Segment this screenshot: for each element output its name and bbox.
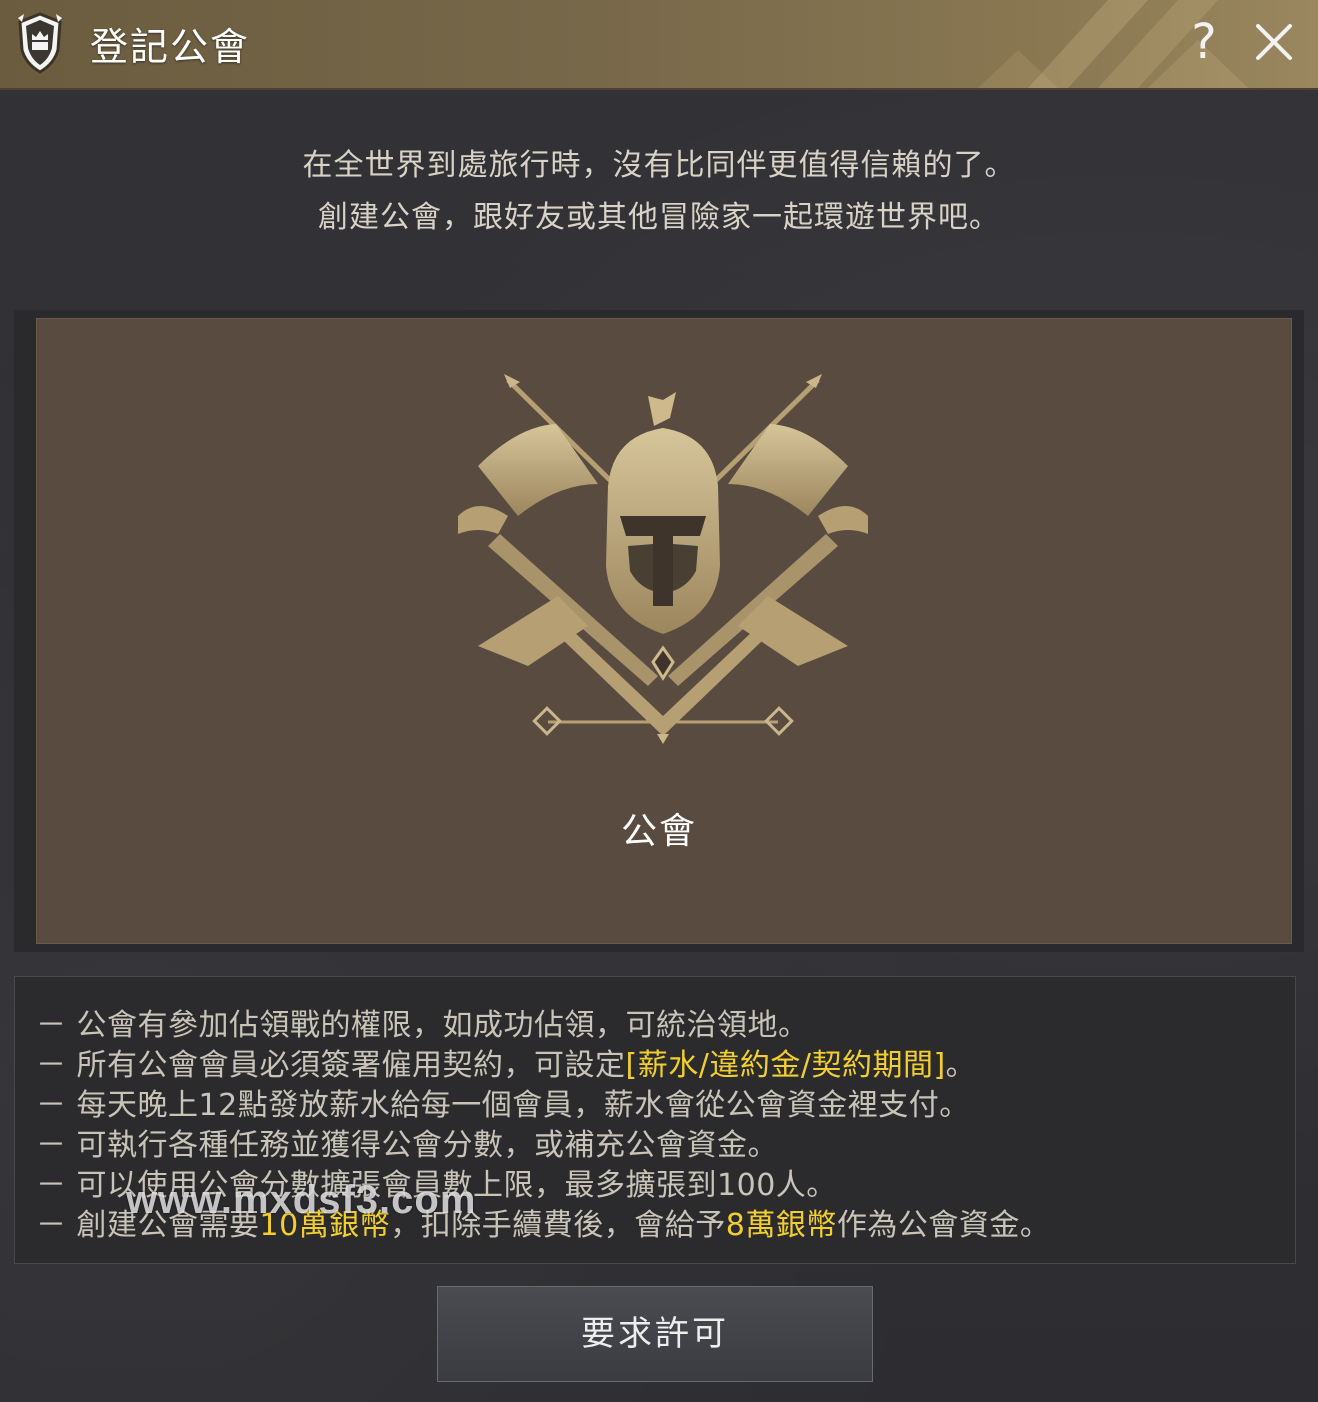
emblem-label: 公會 — [620, 811, 697, 852]
title-bar: 登記公會 ? — [0, 0, 1318, 90]
guild-warrior-emblem-icon — [458, 374, 868, 744]
help-button[interactable]: ? — [1184, 12, 1224, 72]
watermark: www.mxdsf3.com — [126, 1178, 477, 1222]
info-text: 所有公會會員必須簽署僱用契約，可設定 — [76, 1048, 626, 1083]
bullet: － — [36, 1048, 67, 1083]
bullet: － — [36, 1208, 67, 1243]
window-title: 登記公會 — [90, 25, 251, 69]
info-text: 可執行各種任務並獲得公會分數，或補充公會資金。 — [76, 1128, 779, 1163]
intro-line-1: 在全世界到處旅行時，沒有比同伴更值得信賴的了。 — [302, 148, 1016, 183]
info-line-1: － 公會有參加佔領戰的權限，如成功佔領，可統治領地。 — [36, 1000, 809, 1044]
info-text: 。 — [945, 1048, 977, 1083]
bullet: － — [36, 1008, 67, 1043]
info-highlight: [薪水/違約金/契約期間] — [625, 1048, 946, 1083]
intro-line-2: 創建公會，跟好友或其他冒險家一起環遊世界吧。 — [318, 200, 1000, 235]
info-line-2: － 所有公會會員必須簽署僱用契約，可設定[薪水/違約金/契約期間]。 — [36, 1040, 976, 1084]
bullet: － — [36, 1168, 67, 1203]
close-icon[interactable] — [1250, 18, 1298, 66]
info-highlight: 8萬銀幣 — [725, 1208, 837, 1243]
request-permission-button[interactable]: 要求許可 — [437, 1286, 873, 1382]
bullet: － — [36, 1088, 67, 1123]
info-line-3: － 每天晚上12點發放薪水給每一個會員，薪水會從公會資金裡支付。 — [36, 1080, 970, 1124]
bullet: － — [36, 1128, 67, 1163]
info-text: 作為公會資金。 — [836, 1208, 1051, 1243]
info-text: 公會有參加佔領戰的權限，如成功佔領，可統治領地。 — [76, 1008, 809, 1043]
info-text: 每天晚上12點發放薪水給每一個會員，薪水會從公會資金裡支付。 — [76, 1088, 970, 1123]
info-line-4: － 可執行各種任務並獲得公會分數，或補充公會資金。 — [36, 1120, 778, 1164]
guild-shield-icon — [18, 12, 62, 74]
